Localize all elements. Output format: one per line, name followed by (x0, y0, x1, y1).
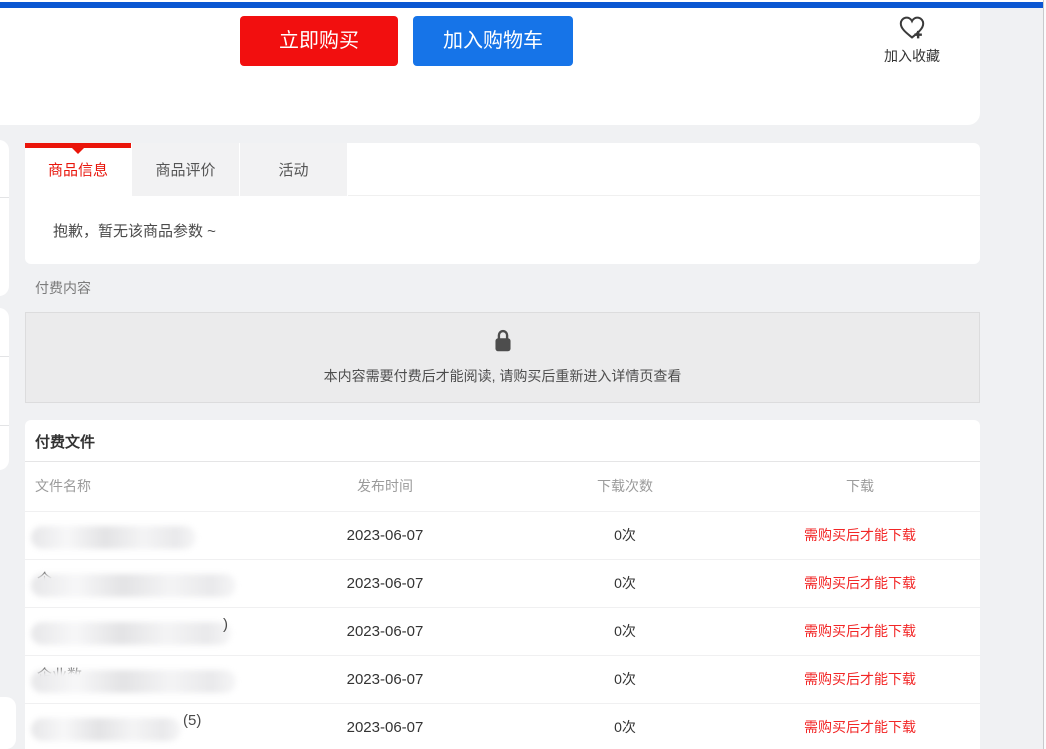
download-count-cell: 0次 (510, 703, 740, 749)
no-parameters-message: 抱歉，暂无该商品参数 ~ (25, 196, 980, 264)
column-header-download: 下载 (740, 462, 980, 511)
file-row: 个2023-06-070次 需购买后才能下载 (25, 559, 980, 607)
publish-date-cell: 2023-06-07 (260, 607, 510, 655)
left-edge-panel-fragment (0, 697, 16, 749)
tab-bar: 商品信息 商品评价 活动 (25, 143, 980, 196)
publish-date-cell: 2023-06-07 (260, 703, 510, 749)
file-name-cell: ) (25, 607, 260, 655)
product-info-panel: 商品信息 商品评价 活动 抱歉，暂无该商品参数 ~ (25, 143, 980, 264)
tab-label: 活动 (278, 159, 308, 180)
download-cell: 需购买后才能下载 (740, 559, 980, 607)
left-edge-panel-fragment (0, 140, 9, 296)
file-name-cell: 个 (25, 559, 260, 607)
publish-date-cell: 2023-06-07 (260, 559, 510, 607)
file-row: (5) 2023-06-070次 需购买后才能下载 (25, 703, 980, 749)
buy-now-button[interactable]: 立即购买 (240, 16, 398, 66)
file-name-fragment: (5) (183, 712, 201, 729)
purchase-required-link[interactable]: 需购买后才能下载 (804, 527, 916, 543)
file-row: 企业数2023-06-070次 需购买后才能下载 (25, 655, 980, 703)
lock-icon (490, 342, 516, 359)
redacted-file-name (31, 526, 196, 549)
download-count-cell: 0次 (510, 655, 740, 703)
locked-message: 本内容需要付费后才能阅读, 请购买后重新进入详情页查看 (26, 366, 979, 386)
redacted-file-name (31, 574, 236, 597)
file-name-fragment: ) (223, 616, 228, 633)
purchase-required-link[interactable]: 需购买后才能下载 (804, 719, 916, 735)
top-accent-bar (0, 0, 1046, 8)
file-row: ) 2023-06-070次 需购买后才能下载 (25, 607, 980, 655)
tab-product-reviews[interactable]: 商品评价 (132, 143, 240, 196)
column-header-filename: 文件名称 (25, 462, 260, 511)
add-to-favorites-button[interactable]: 加入收藏 (872, 12, 952, 66)
download-cell: 需购买后才能下载 (740, 511, 980, 559)
tab-product-info[interactable]: 商品信息 (25, 143, 132, 196)
heart-plus-icon (872, 12, 952, 44)
table-header-row: 文件名称 发布时间 下载次数 下载 (25, 462, 980, 511)
download-cell: 需购买后才能下载 (740, 607, 980, 655)
left-edge-panel-fragment (0, 308, 9, 470)
tab-label: 商品评价 (155, 159, 215, 180)
redacted-file-name (31, 622, 231, 645)
publish-date-cell: 2023-06-07 (260, 511, 510, 559)
favorite-label: 加入收藏 (872, 46, 952, 66)
redacted-file-name (31, 718, 181, 741)
column-header-download-count: 下载次数 (510, 462, 740, 511)
download-count-cell: 0次 (510, 607, 740, 655)
download-count-cell: 0次 (510, 559, 740, 607)
column-header-publish-time: 发布时间 (260, 462, 510, 511)
purchase-required-link[interactable]: 需购买后才能下载 (804, 671, 916, 687)
purchase-required-link[interactable]: 需购买后才能下载 (804, 623, 916, 639)
tab-activities[interactable]: 活动 (240, 143, 348, 196)
publish-date-cell: 2023-06-07 (260, 655, 510, 703)
paid-files-title: 付费文件 (25, 420, 980, 462)
paid-files-panel: 付费文件 文件名称 发布时间 下载次数 下载 2023-06-070次需购买后才… (25, 420, 980, 749)
paid-files-table: 文件名称 发布时间 下载次数 下载 2023-06-070次需购买后才能下载个2… (25, 462, 980, 749)
file-name-cell (25, 511, 260, 559)
buy-section: 立即购买 加入购物车 加入收藏 (0, 8, 980, 125)
locked-content-box: 本内容需要付费后才能阅读, 请购买后重新进入详情页查看 (25, 312, 980, 403)
add-to-cart-button[interactable]: 加入购物车 (413, 16, 573, 66)
file-name-cell: 企业数 (25, 655, 260, 703)
paid-content-section-label: 付费内容 (35, 278, 91, 298)
tab-label: 商品信息 (48, 159, 108, 180)
download-cell: 需购买后才能下载 (740, 655, 980, 703)
download-cell: 需购买后才能下载 (740, 703, 980, 749)
redacted-file-name (31, 670, 236, 693)
file-name-cell: (5) (25, 703, 260, 749)
active-tab-indicator (25, 143, 131, 148)
download-count-cell: 0次 (510, 511, 740, 559)
purchase-required-link[interactable]: 需购买后才能下载 (804, 575, 916, 591)
file-row: 2023-06-070次 需购买后才能下载 (25, 511, 980, 559)
